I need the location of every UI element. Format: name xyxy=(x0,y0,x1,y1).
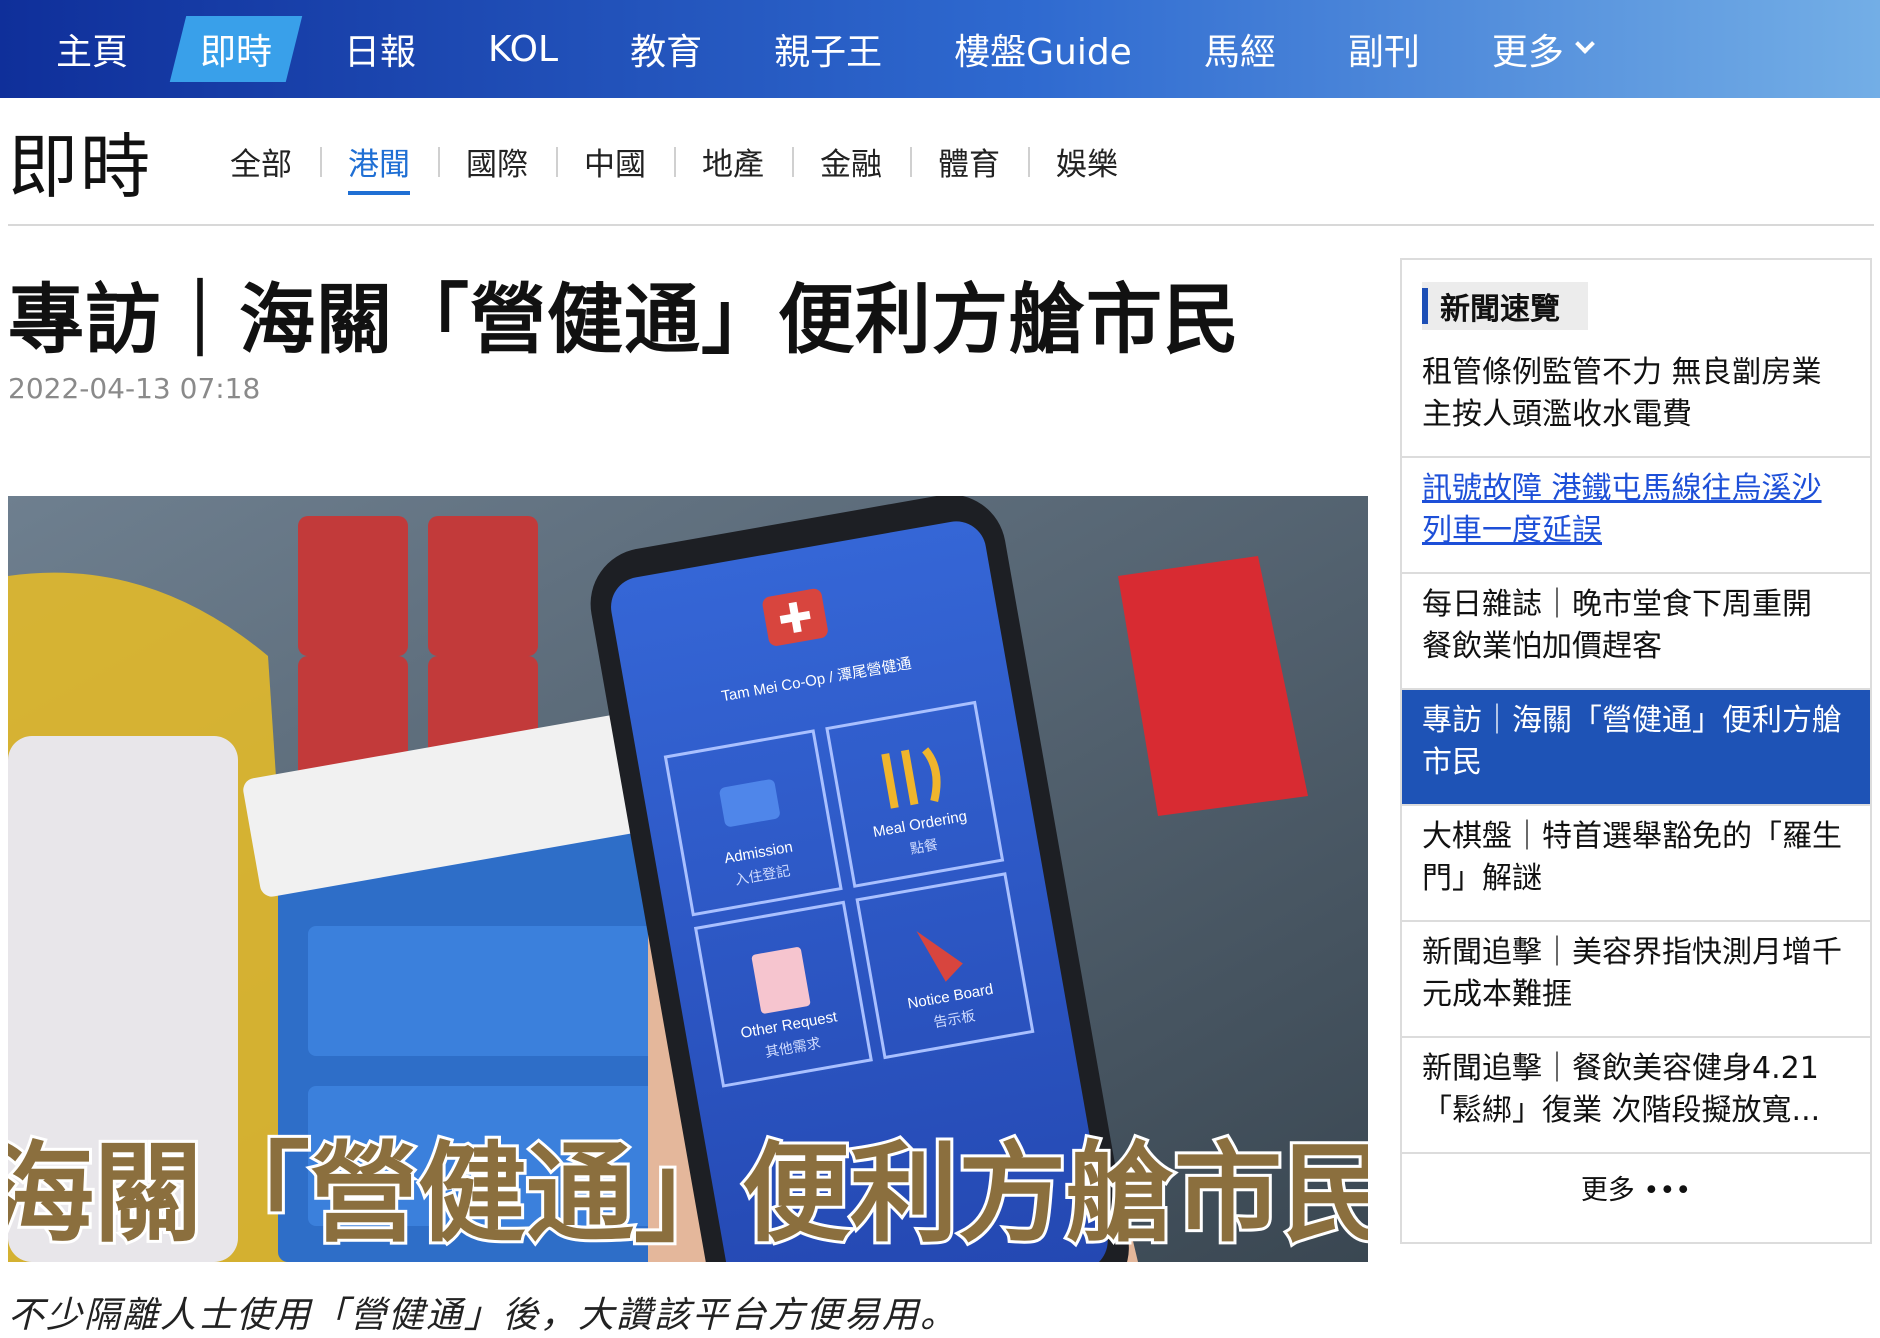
section-title: 即時 xyxy=(8,125,152,208)
nav-item-home[interactable]: 主頁 xyxy=(20,0,164,98)
sidebar-title: 新聞速覽 xyxy=(1440,292,1560,327)
tab-sports[interactable]: 體育 xyxy=(910,131,1028,191)
tab-hk-news[interactable]: 港聞 xyxy=(320,131,438,195)
sidebar-news-item[interactable]: 訊號故障 港鐵屯馬線往烏溪沙列車一度延誤 xyxy=(1402,458,1870,574)
image-overlay-title: 海關「營健通」便利方艙市民 xyxy=(8,1132,1368,1257)
news-quick-view: 新聞速覽 租管條例監管不力 無良劏房業主按人頭濫收水電費 訊號故障 港鐵屯馬線往… xyxy=(1400,258,1872,1244)
nav-item-parenting[interactable]: 親子王 xyxy=(738,0,918,98)
sidebar-header-accent xyxy=(1422,288,1428,324)
sidebar-more-link[interactable]: 更多 ••• xyxy=(1402,1168,1870,1207)
top-nav: 主頁 即時 日報 KOL 教育 親子王 樓盤Guide 馬經 副刊 更多 xyxy=(0,0,1880,98)
nav-item-instant[interactable]: 即時 xyxy=(164,0,308,98)
tab-property[interactable]: 地產 xyxy=(674,131,792,191)
tab-international[interactable]: 國際 xyxy=(438,131,556,191)
sidebar-news-item[interactable]: 新聞追擊｜美容界指快測月增千元成本難捱 xyxy=(1402,922,1870,1038)
sidebar-header: 新聞速覽 xyxy=(1422,282,1588,330)
hero-illustration: Tam Mei Co-Op / 潭尾營健通 Admission 入住登記 Mea… xyxy=(8,496,1368,1262)
tab-entertainment[interactable]: 娛樂 xyxy=(1028,131,1146,191)
image-caption: 不少隔離人士使用「營健通」後，大讚該平台方便易用。 xyxy=(8,1295,959,1336)
article-hero-image: Tam Mei Co-Op / 潭尾營健通 Admission 入住登記 Mea… xyxy=(8,496,1368,1262)
sidebar-news-list: 租管條例監管不力 無良劏房業主按人頭濫收水電費 訊號故障 港鐵屯馬線往烏溪沙列車… xyxy=(1402,342,1870,1154)
nav-item-more[interactable]: 更多 xyxy=(1456,0,1628,98)
article-date: 2022-04-13 07:18 xyxy=(8,372,261,405)
nav-item-supplement[interactable]: 副刊 xyxy=(1312,0,1456,98)
nav-item-daily[interactable]: 日報 xyxy=(308,0,452,98)
sidebar-news-item-active[interactable]: 專訪｜海關「營健通」便利方艙市民 xyxy=(1402,690,1870,806)
chevron-down-icon xyxy=(1574,34,1595,54)
nav-item-property-guide[interactable]: 樓盤Guide xyxy=(918,0,1168,98)
nav-more-label: 更多 xyxy=(1491,32,1564,73)
sidebar-news-item[interactable]: 新聞追擊｜餐飲美容健身4.21「鬆綁」復業 次階段擬放寬... xyxy=(1402,1038,1870,1154)
sidebar-news-item[interactable]: 租管條例監管不力 無良劏房業主按人頭濫收水電費 xyxy=(1402,342,1870,458)
nav-item-racing[interactable]: 馬經 xyxy=(1168,0,1312,98)
nav-item-education[interactable]: 教育 xyxy=(594,0,738,98)
tab-finance[interactable]: 金融 xyxy=(792,131,910,191)
tab-all[interactable]: 全部 xyxy=(202,131,320,191)
tab-china[interactable]: 中國 xyxy=(556,131,674,191)
nav-item-kol[interactable]: KOL xyxy=(452,0,594,98)
sidebar-news-item[interactable]: 大棋盤｜特首選舉豁免的「羅生門」解謎 xyxy=(1402,806,1870,922)
article-headline: 專訪｜海關「營健通」便利方艙市民 xyxy=(8,275,1240,364)
section-bar: 即時 全部 港聞 國際 中國 地產 金融 體育 娛樂 xyxy=(8,98,1874,226)
sidebar-news-item[interactable]: 每日雜誌｜晚市堂食下周重開 餐飲業怕加價趕客 xyxy=(1402,574,1870,690)
